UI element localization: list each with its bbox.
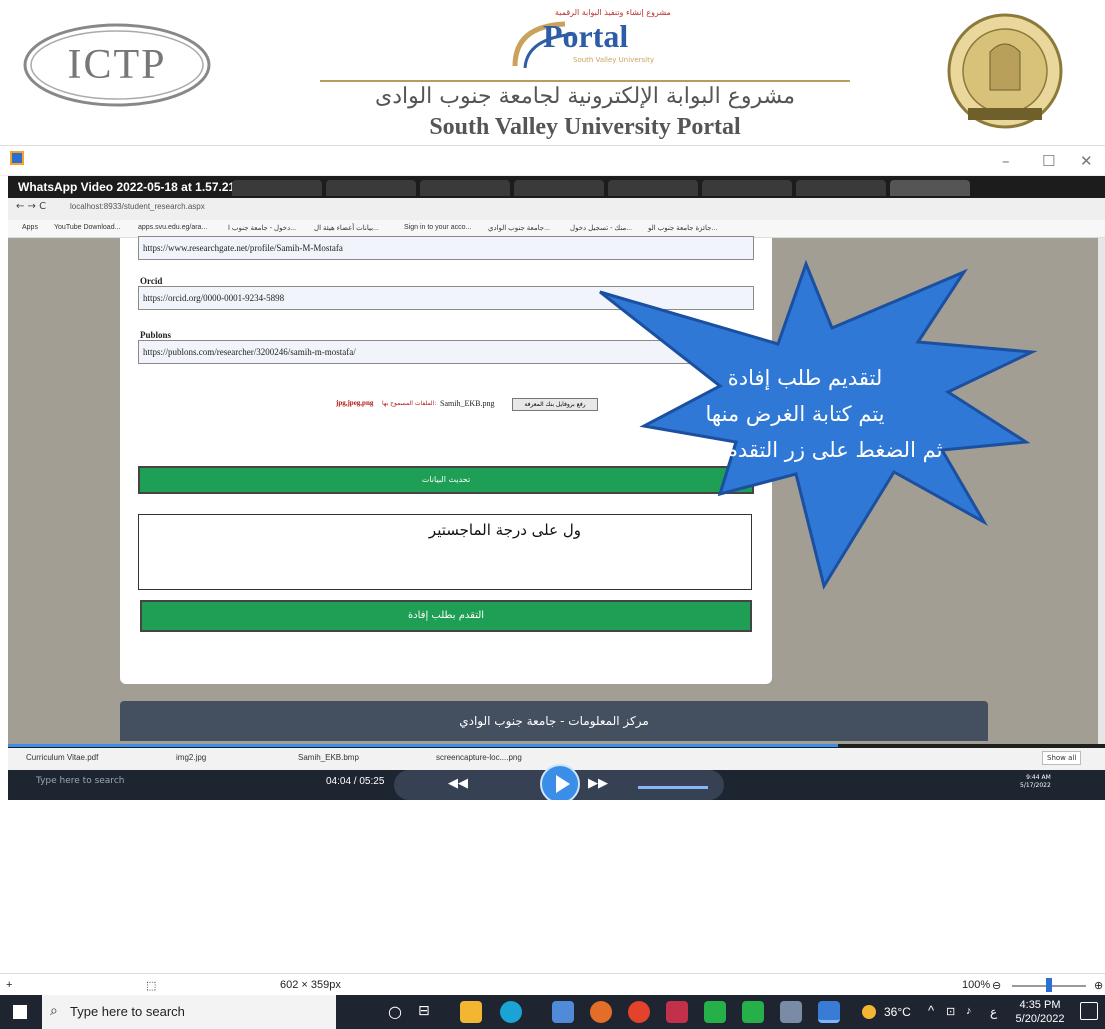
volume-icon[interactable]: ♪ xyxy=(966,1005,972,1017)
rewind-icon: ◀◀ xyxy=(448,776,468,791)
zoom-slider-thumb[interactable] xyxy=(1046,978,1052,992)
allowed-types: jpg,jpeg,png xyxy=(336,399,374,407)
upload-filename: Samih_EKB.png xyxy=(440,399,495,408)
bookmark: YouTube Download... xyxy=(54,224,121,231)
camtasia-icon[interactable] xyxy=(704,1001,726,1023)
video-clock: 9:44 AM xyxy=(1026,774,1051,781)
browser-tab xyxy=(232,180,322,196)
file-explorer-icon[interactable] xyxy=(460,1001,482,1023)
chrome-icon[interactable] xyxy=(628,1001,650,1023)
play-icon xyxy=(556,775,570,793)
taskbar-time: 4:35 PM xyxy=(1019,999,1061,1011)
cortana-icon[interactable]: ○ xyxy=(388,1002,402,1021)
zoom-in-icon[interactable]: ⊕ xyxy=(1094,979,1103,992)
submit-request-button: التقدم بطلب إفادة xyxy=(140,600,752,632)
ictp-logo: ICTP xyxy=(23,23,211,107)
callout-starburst xyxy=(599,259,1038,590)
notifications-icon[interactable] xyxy=(1080,1002,1098,1020)
allowed-label: الملفات المسموح بها: xyxy=(382,400,437,407)
weather-icon xyxy=(862,1005,876,1019)
move-icon: + xyxy=(6,979,13,991)
fast-forward-icon: ▶▶ xyxy=(588,776,608,791)
taskbar-search-input[interactable]: Type here to search xyxy=(70,1004,185,1019)
site-footer: مركز المعلومات - جامعة جنوب الوادي xyxy=(120,701,988,741)
browser-tab xyxy=(420,180,510,196)
bookmark: بيانات أعضاء هيئة ال... xyxy=(314,225,379,232)
video-search: Type here to search xyxy=(36,776,125,786)
viewer-title-bar xyxy=(0,146,1105,176)
viewer-status-bar xyxy=(0,973,1105,995)
video-time: 04:04 / 05:25 xyxy=(326,776,385,787)
portal-logo-text: Portal xyxy=(543,18,629,54)
header-title-en: South Valley University Portal xyxy=(429,114,741,140)
browser-url: localhost:8933/student_research.aspx xyxy=(70,202,205,211)
show-all-button: Show all xyxy=(1042,751,1082,765)
callout-line-1: لتقديم طلب إفادة xyxy=(727,366,883,390)
camtasia-recorder-icon[interactable] xyxy=(742,1001,764,1023)
back-icon: ← → C xyxy=(16,201,47,212)
download-item: Curriculum Vitae.pdf xyxy=(26,753,99,762)
video-progress-bar xyxy=(8,744,838,747)
university-seal xyxy=(947,13,1063,129)
bookmark: apps.svu.edu.eg/ara... xyxy=(138,224,208,231)
download-item: Samih_EKB.bmp xyxy=(298,753,359,762)
volume-slider xyxy=(638,786,708,789)
bookmark: Apps xyxy=(22,224,38,231)
language-indicator[interactable]: ع xyxy=(990,1005,997,1019)
callout-line-2: يتم كتابة الغرض منها xyxy=(705,402,885,426)
play-button xyxy=(540,764,580,800)
close-button[interactable]: ✕ xyxy=(1080,152,1093,170)
video-title: WhatsApp Video 2022-05-18 at 1.57.21 PM xyxy=(18,180,257,194)
image-dimensions: 602 × 359px xyxy=(280,979,341,991)
weather-temp: 36°C xyxy=(884,1005,911,1019)
orcid-label: Orcid xyxy=(140,276,163,286)
portal-logo-sub: South Valley University xyxy=(573,56,654,64)
portal-logo: مشروع إنشاء وتنفيذ البوابة الرقمية Porta… xyxy=(485,8,685,78)
bookmark: Sign in to your acco... xyxy=(404,224,472,231)
video-date: 5/17/2022 xyxy=(1020,782,1051,789)
ictp-logo-text: ICTP xyxy=(67,42,166,88)
media-player-taskbar-icon[interactable] xyxy=(818,1001,840,1023)
zoom-level: 100% xyxy=(962,979,991,991)
search-icon: ⌕ xyxy=(50,1003,58,1019)
portal-header: ICTP مشروع إنشاء وتنفيذ البوابة الرقمية … xyxy=(0,0,1105,146)
bookmark: دخول - جامعة جنوب ا... xyxy=(228,225,297,232)
header-title-ar: مشروع البوابة الإلكترونية لجامعة جنوب ال… xyxy=(374,84,795,109)
tray-chevron-icon[interactable]: ^ xyxy=(928,1003,934,1018)
media-player-icon xyxy=(10,151,24,165)
firefox-icon[interactable] xyxy=(590,1001,612,1023)
minimize-button[interactable]: – xyxy=(1002,152,1010,170)
edge-icon[interactable] xyxy=(500,1001,522,1023)
taskbar-date: 5/20/2022 xyxy=(1015,1013,1065,1025)
selection-icon: ⬚ xyxy=(146,980,157,992)
publons-label: Publons xyxy=(140,330,172,340)
zoom-out-icon[interactable]: ⊖ xyxy=(992,979,1001,992)
app-icon[interactable] xyxy=(552,1001,574,1023)
windows-start-icon[interactable] xyxy=(13,1005,27,1019)
header-divider xyxy=(320,80,850,82)
maximize-button[interactable]: ☐ xyxy=(1042,152,1055,170)
download-item: screencapture-loc....png xyxy=(436,753,522,762)
bookmark: جامعة جنوب الوادي... xyxy=(488,225,550,232)
callout-line-3: ثم الضغط على زر التقدم بطلب xyxy=(667,438,943,462)
page-scrollbar xyxy=(1098,238,1105,744)
task-view-icon[interactable]: ⊟ xyxy=(418,1003,430,1019)
download-item: img2.jpg xyxy=(176,753,207,762)
network-icon[interactable]: ⊡ xyxy=(946,1005,955,1018)
browser-tab xyxy=(326,180,416,196)
access-icon[interactable] xyxy=(666,1001,688,1023)
paint-icon[interactable] xyxy=(780,1001,802,1023)
